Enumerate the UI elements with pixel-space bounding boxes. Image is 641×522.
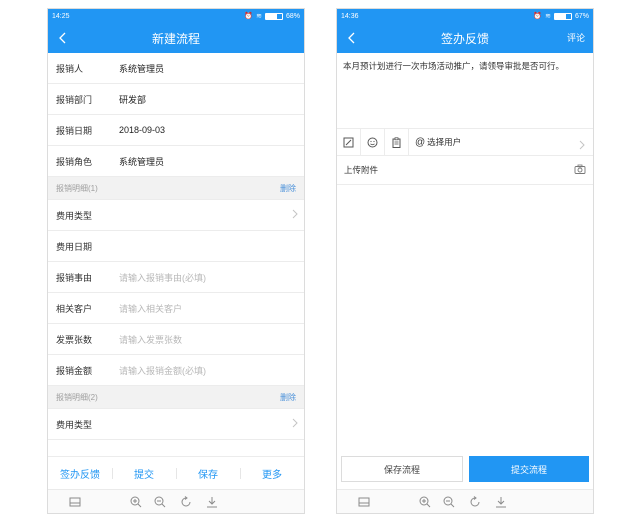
viewer-toolbar <box>337 489 593 513</box>
rotate-icon[interactable] <box>179 495 193 509</box>
submit-button[interactable]: 提交 <box>112 466 176 481</box>
back-arrow-icon[interactable] <box>54 30 70 46</box>
viewer-toolbar <box>48 489 304 513</box>
page-title: 新建流程 <box>151 31 200 46</box>
wifi-icon: ≋ <box>545 13 551 20</box>
camera-icon[interactable] <box>574 164 586 176</box>
at-icon: @ <box>415 136 426 148</box>
page-title: 签办反馈 <box>440 31 489 46</box>
tray-icon[interactable] <box>68 495 82 509</box>
section-detail-2: 报销明细(2) 删除 <box>48 386 304 409</box>
reason-field[interactable]: 报销事由 请输入报销事由(必填) <box>48 262 304 293</box>
amount-input[interactable]: 请输入报销金额(必填) <box>119 364 206 377</box>
delete-detail-1-button[interactable]: 删除 <box>280 183 296 194</box>
status-time: 14:25 <box>52 12 70 20</box>
battery-icon <box>264 12 283 20</box>
fee-date-field[interactable]: 费用日期 <box>48 231 304 262</box>
section-detail-1: 报销明细(1) 删除 <box>48 177 304 200</box>
feedback-textarea[interactable]: 本月预计划进行一次市场活动推广，请领导审批是否可行。 <box>337 53 593 129</box>
zoom-out-icon[interactable] <box>153 495 167 509</box>
back-arrow-icon[interactable] <box>343 30 359 46</box>
save-process-button[interactable]: 保存流程 <box>341 456 463 482</box>
section-title: 报销明细(2) <box>56 392 98 402</box>
comment-button[interactable]: 评论 <box>567 31 585 44</box>
status-bar: 14:36 ⏰ ≋ 67% <box>337 9 593 23</box>
clipboard-icon[interactable] <box>385 129 409 155</box>
download-icon[interactable] <box>205 495 219 509</box>
bottom-buttons: 保存流程 提交流程 <box>337 456 593 482</box>
reason-input[interactable]: 请输入报销事由(必填) <box>119 271 206 284</box>
alarm-icon: ⏰ <box>244 13 254 20</box>
status-bar: 14:25 ⏰ ≋ 68% <box>48 9 304 23</box>
field-date: 报销日期 2018-09-03 <box>48 115 304 146</box>
emoji-icon[interactable] <box>361 129 385 155</box>
phone-new-process: 14:25 ⏰ ≋ 68% 新建流程 报销人 系统管理员 报销部门 研发部 报销… <box>47 8 305 514</box>
invoice-count-field[interactable]: 发票张数 请输入发票张数 <box>48 324 304 355</box>
nav-bar: 新建流程 <box>48 23 304 53</box>
select-user-button[interactable]: @ 选择用户 <box>409 136 461 148</box>
customer-input[interactable]: 请输入相关客户 <box>119 302 182 315</box>
customer-field[interactable]: 相关客户 请输入相关客户 <box>48 293 304 324</box>
tray-icon[interactable] <box>357 495 371 509</box>
delete-detail-2-button[interactable]: 删除 <box>280 392 296 403</box>
battery-percent: 67% <box>574 12 589 20</box>
battery-icon <box>553 12 572 20</box>
fee-type-select-2[interactable]: 费用类型 <box>48 409 304 440</box>
compose-toolbar: @ 选择用户 <box>337 129 593 156</box>
battery-percent: 68% <box>285 12 300 20</box>
section-title: 报销明细(1) <box>56 183 98 193</box>
status-time: 14:36 <box>341 12 359 20</box>
download-icon[interactable] <box>494 495 508 509</box>
action-bar: 签办反馈 提交 保存 更多 <box>48 456 304 489</box>
alarm-icon: ⏰ <box>533 13 543 20</box>
invoice-count-input[interactable]: 请输入发票张数 <box>119 333 182 346</box>
attachment-row[interactable]: 上传附件 <box>337 156 593 185</box>
field-applicant: 报销人 系统管理员 <box>48 53 304 84</box>
save-button[interactable]: 保存 <box>176 466 240 481</box>
field-department: 报销部门 研发部 <box>48 84 304 115</box>
chevron-right-icon <box>579 137 585 155</box>
rotate-icon[interactable] <box>468 495 482 509</box>
chevron-right-icon <box>292 418 298 430</box>
attachment-label: 上传附件 <box>344 165 379 175</box>
field-role: 报销角色 系统管理员 <box>48 146 304 177</box>
nav-bar: 签办反馈 评论 <box>337 23 593 53</box>
zoom-in-icon[interactable] <box>129 495 143 509</box>
feedback-button[interactable]: 签办反馈 <box>48 466 112 481</box>
amount-field[interactable]: 报销金额 请输入报销金额(必填) <box>48 355 304 386</box>
chevron-right-icon <box>292 209 298 221</box>
fee-type-select[interactable]: 费用类型 <box>48 200 304 231</box>
more-button[interactable]: 更多 <box>240 466 304 481</box>
zoom-out-icon[interactable] <box>442 495 456 509</box>
phone-feedback: 14:36 ⏰ ≋ 67% 签办反馈 评论 本月预计划进行一次市场活动推广，请领… <box>336 8 594 514</box>
wifi-icon: ≋ <box>256 13 262 20</box>
edit-icon[interactable] <box>337 129 361 155</box>
submit-process-button[interactable]: 提交流程 <box>469 456 589 482</box>
zoom-in-icon[interactable] <box>418 495 432 509</box>
